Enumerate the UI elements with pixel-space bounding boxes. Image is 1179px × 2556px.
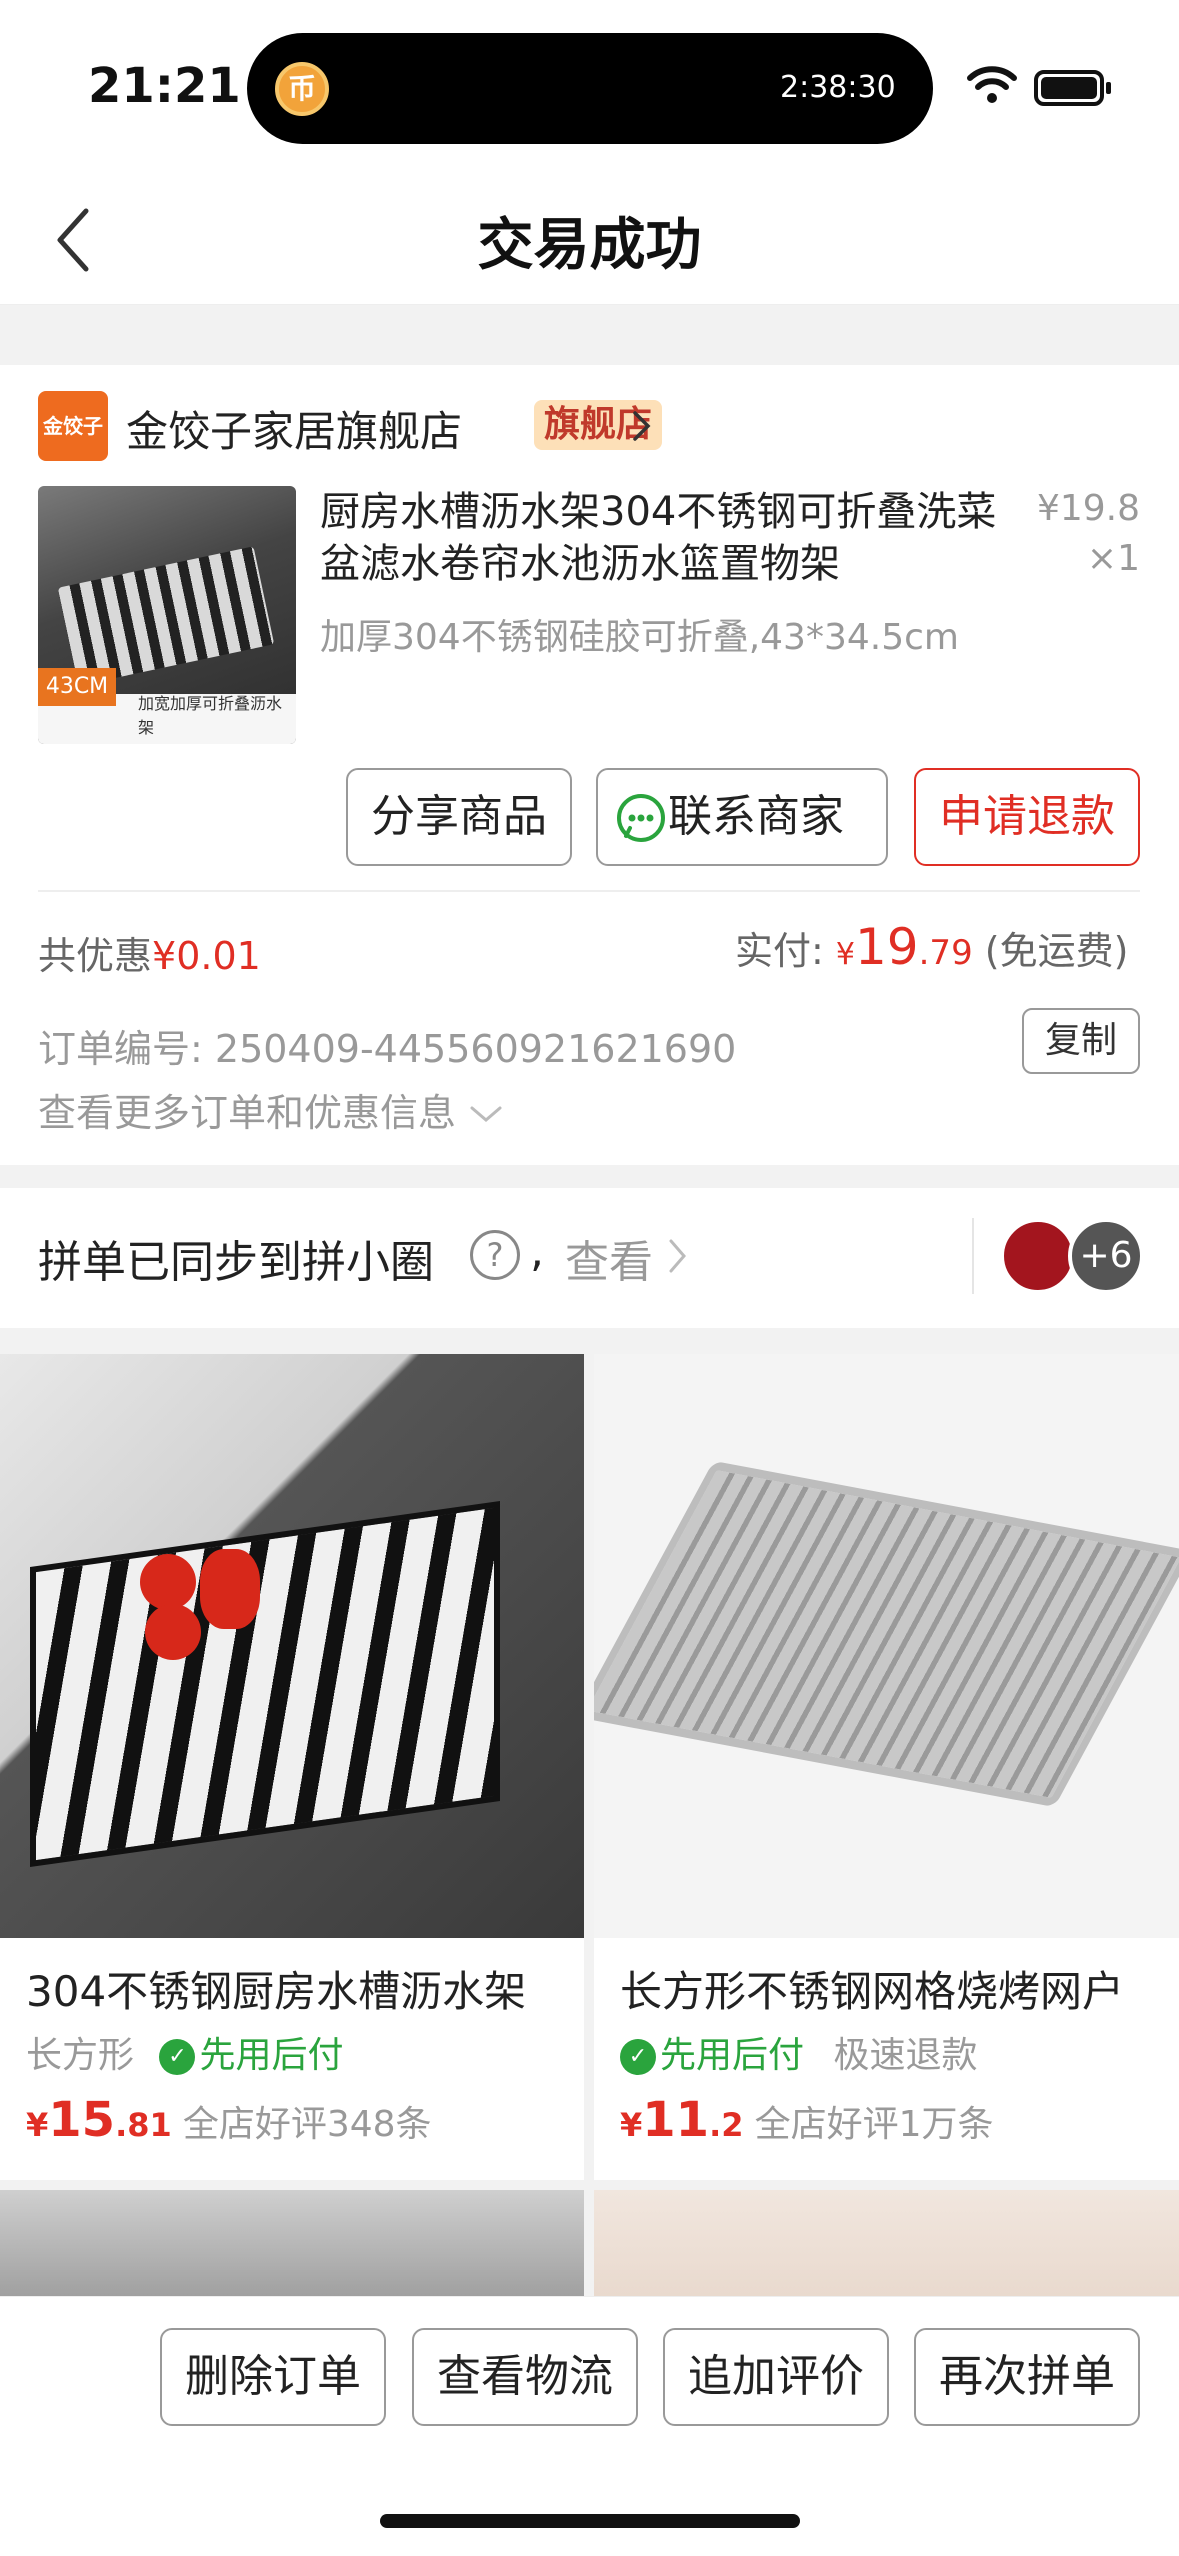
paid-label: 实付: <box>735 929 824 973</box>
help-icon[interactable]: ? <box>470 1230 520 1280</box>
delete-order-button[interactable]: 删除订单 <box>160 2328 386 2426</box>
paid-dec: .79 <box>918 933 973 973</box>
product-quantity: ×1 <box>1086 538 1140 579</box>
view-logistics-button[interactable]: 查看物流 <box>412 2328 638 2426</box>
pepper-graphic <box>200 1549 260 1629</box>
more-order-info-link[interactable]: 查看更多订单和优惠信息 <box>38 1082 504 1137</box>
card-divider <box>38 890 1140 892</box>
order-number-label: 订单编号: <box>38 1027 203 1071</box>
discount-label: 共优惠 <box>38 934 153 978</box>
vertical-divider <box>972 1218 974 1294</box>
rec-price-dec: .81 <box>115 2106 172 2144</box>
status-time: 21:21 <box>88 58 241 114</box>
contact-seller-button[interactable]: 联系商家 <box>596 768 888 866</box>
share-product-button[interactable]: 分享商品 <box>346 768 572 866</box>
avatar-more-count[interactable]: +6 <box>1068 1218 1144 1294</box>
discount-value: ¥0.01 <box>152 934 261 978</box>
pay-later-label: 先用后付 <box>660 2035 805 2076</box>
order-number-row: 订单编号: 250409-445560921621690 <box>38 1018 736 1073</box>
rec-image-4[interactable] <box>594 2190 1179 2310</box>
rec-reviews: 全店好评348条 <box>182 2104 432 2145</box>
pay-later-label: 先用后付 <box>199 2035 344 2076</box>
shop-logo[interactable]: 金饺子 <box>38 391 108 461</box>
rack-graphic <box>30 1500 500 1868</box>
page-title: 交易成功 <box>477 213 702 278</box>
battery-tip <box>1106 82 1111 94</box>
paid-int: 19 <box>855 918 919 976</box>
sync-text: 拼单已同步到拼小圈 <box>38 1237 434 1288</box>
rec-currency: ¥ <box>620 2106 643 2144</box>
request-refund-button[interactable]: 申请退款 <box>914 768 1140 866</box>
rec-title-1[interactable]: 304不锈钢厨房水槽沥水架 <box>26 1958 526 2019</box>
wifi-icon <box>967 66 1017 103</box>
reorder-button[interactable]: 再次拼单 <box>914 2328 1140 2426</box>
shipping-note: (免运费) <box>984 929 1129 973</box>
add-review-button[interactable]: 追加评价 <box>663 2328 889 2426</box>
rec-tags-1: 长方形 ✓ 先用后付 <box>26 2026 343 2078</box>
social-comma: , <box>530 1226 544 1277</box>
coin-icon: 币 <box>275 62 329 116</box>
view-link[interactable]: 查看 <box>565 1226 653 1290</box>
image-size-badge: 43CM <box>38 668 116 706</box>
fast-refund-tag: 极速退款 <box>833 2035 978 2076</box>
product-price: ¥19.8 <box>1036 488 1140 529</box>
pay-later-badge: ✓ 先用后付 <box>620 2035 804 2076</box>
image-caption: 加宽加厚可折叠沥水架 <box>138 694 283 737</box>
product-image[interactable]: 43CM 加宽加厚可折叠沥水架 <box>38 486 296 744</box>
more-order-info-label: 查看更多订单和优惠信息 <box>38 1091 457 1135</box>
product-spec: 加厚304不锈钢硅胶可折叠,43*34.5cm <box>320 617 959 658</box>
island-timer: 2:38:30 <box>780 70 896 105</box>
rec-price-int: 15 <box>48 2092 116 2148</box>
copy-button[interactable]: 复制 <box>1022 1008 1140 1074</box>
tomato-graphic <box>140 1554 196 1610</box>
chat-icon <box>617 794 665 842</box>
avatar[interactable] <box>1000 1218 1076 1294</box>
paid-row: 实付: ¥19.79 (免运费) <box>735 918 1128 976</box>
chevron-down-icon <box>470 1106 502 1122</box>
order-detail-screen: { "status_bar": { "time": "21:21", "isla… <box>0 0 1179 2556</box>
contact-seller-label: 联系商家 <box>668 791 844 842</box>
rec-reviews: 全店好评1万条 <box>754 2104 994 2145</box>
discount-row: 共优惠¥0.01 <box>38 925 261 980</box>
tomato-graphic <box>145 1604 201 1660</box>
rec-price-dec: .2 <box>709 2106 744 2144</box>
rec-title-2[interactable]: 长方形不锈钢网格烧烤网户 <box>620 1958 1124 2019</box>
chevron-right-icon[interactable] <box>666 1236 690 1276</box>
rec-image-1[interactable] <box>0 1354 584 1938</box>
rec-image-2[interactable] <box>594 1354 1179 1938</box>
order-number: 250409-445560921621690 <box>214 1027 737 1071</box>
paid-currency: ¥ <box>835 937 855 972</box>
rec-price-int: 11 <box>642 2092 710 2148</box>
rec-currency: ¥ <box>26 2106 49 2144</box>
home-indicator[interactable] <box>380 2514 800 2528</box>
shop-name[interactable]: 金饺子家居旗舰店 <box>126 398 462 459</box>
rec-price-row-1: ¥15.81 全店好评348条 <box>26 2092 432 2148</box>
chevron-right-icon[interactable] <box>630 408 654 444</box>
pay-later-icon: ✓ <box>620 2039 656 2075</box>
pay-later-badge: ✓ 先用后付 <box>159 2035 343 2076</box>
pay-later-icon: ✓ <box>159 2039 196 2075</box>
product-title[interactable]: 厨房水槽沥水架304不锈钢可折叠洗菜盆滤水卷帘水池沥水篮置物架 <box>320 486 1000 590</box>
rec-image-3[interactable] <box>0 2190 584 2310</box>
rec-tag: 长方形 <box>26 2035 135 2076</box>
rec-tags-2: ✓ 先用后付 极速退款 <box>620 2026 977 2078</box>
rec-price-row-2: ¥11.2 全店好评1万条 <box>620 2092 993 2148</box>
battery-icon <box>1034 70 1104 106</box>
grate-graphic <box>594 1460 1179 1808</box>
drying-rack-graphic <box>57 546 275 686</box>
